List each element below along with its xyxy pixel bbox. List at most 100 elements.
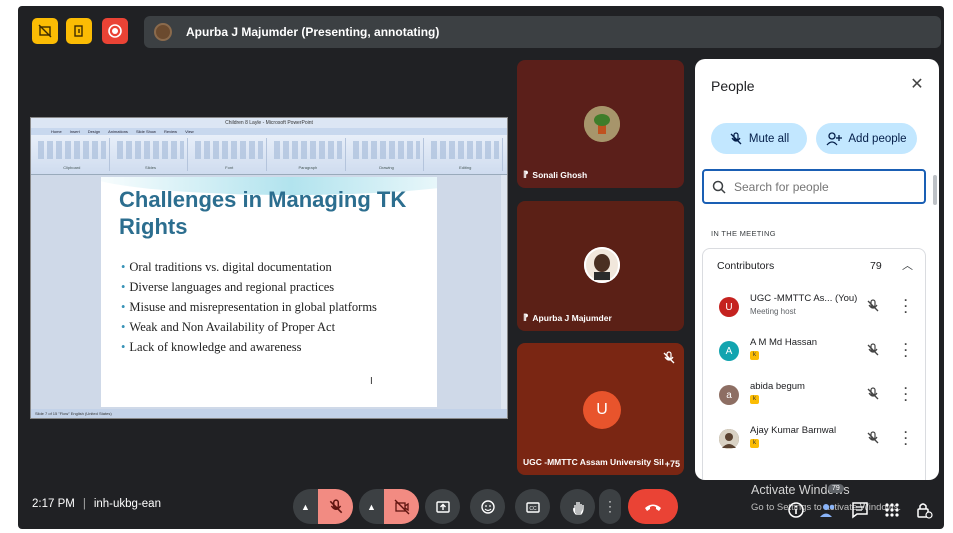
- present-button[interactable]: [425, 489, 460, 524]
- reactions-button[interactable]: [470, 489, 505, 524]
- slide-bullet: Lack of knowledge and awareness: [121, 337, 377, 357]
- captions-icon: CC: [525, 501, 540, 513]
- ribbon-group-label: Drawing: [379, 165, 394, 170]
- ribbon-group-label: Clipboard: [63, 165, 81, 170]
- slide-bullets: Oral traditions vs. digital documentatio…: [121, 257, 377, 357]
- mic-off-icon[interactable]: [866, 431, 880, 445]
- exit-icon[interactable]: [66, 18, 92, 44]
- participant-tile[interactable]: ⁋ Sonali Ghosh: [517, 60, 684, 188]
- add-person-icon: [826, 131, 843, 145]
- list-item[interactable]: A A M Md Hassan k · · ·: [703, 331, 925, 375]
- tile-name-text: UGC -MMTTC Assam University Sil: [523, 457, 664, 467]
- people-panel: People ✕ Mute all Add people IN THE MEET…: [695, 59, 939, 480]
- ppt-tab: Review: [163, 129, 178, 134]
- slide-scrollbar[interactable]: [501, 175, 507, 409]
- svg-text:CC: CC: [529, 506, 537, 512]
- more-options-icon[interactable]: · · ·: [903, 382, 909, 406]
- mic-off-icon: [663, 351, 675, 364]
- ribbon-group-label: Paragraph: [298, 165, 318, 170]
- participant-role: Meeting host: [750, 307, 796, 316]
- add-people-label: Add people: [848, 132, 907, 145]
- hang-up-icon: [645, 504, 661, 511]
- chevron-up-icon[interactable]: ▲: [293, 489, 318, 524]
- mute-all-button[interactable]: Mute all: [711, 123, 807, 154]
- avatar: a: [719, 385, 739, 405]
- emoji-icon: [480, 499, 495, 514]
- avatar: [584, 106, 620, 142]
- more-options-icon[interactable]: · · ·: [903, 294, 909, 318]
- camera-off-icon: [394, 499, 409, 514]
- present-screen-icon: [435, 500, 450, 513]
- contributors-count: 79: [870, 260, 882, 272]
- chevron-up-icon[interactable]: ▲: [359, 489, 384, 524]
- panel-scrollbar[interactable]: [933, 175, 937, 205]
- tile-name-text: Sonali Ghosh: [532, 169, 588, 180]
- ppt-tab: Animations: [108, 129, 128, 134]
- ppt-editor-area: Challenges in Managing TK Rights Oral tr…: [31, 175, 507, 409]
- clock-time: 2:17 PM: [32, 498, 75, 510]
- mic-off-icon[interactable]: [866, 299, 880, 313]
- ribbon-group: Paragraph: [271, 138, 346, 171]
- more-options-button[interactable]: · · ·: [599, 489, 621, 524]
- end-call-button[interactable]: [628, 489, 678, 524]
- record-icon[interactable]: [102, 18, 128, 44]
- more-options-icon[interactable]: · · ·: [903, 426, 909, 450]
- ribbon-group: Clipboard: [35, 138, 110, 171]
- slide-title: Challenges in Managing TK Rights: [119, 187, 407, 239]
- activities-icon[interactable]: [882, 500, 902, 520]
- ribbon-group-label: Slides: [145, 165, 156, 170]
- contributors-header[interactable]: Contributors 79 ︿: [703, 249, 925, 283]
- presenter-banner: Apurba J Majumder (Presenting, annotatin…: [144, 16, 941, 48]
- add-people-button[interactable]: Add people: [816, 123, 917, 154]
- text-cursor-icon: I: [370, 376, 373, 387]
- no-video-icon[interactable]: [32, 18, 58, 44]
- camera-control[interactable]: ▲: [359, 489, 419, 524]
- participant-tile[interactable]: U UGC -MMTTC Assam University Sil +75: [517, 343, 684, 475]
- ppt-tab: Slide Show: [135, 129, 156, 134]
- people-icon[interactable]: [818, 500, 838, 520]
- meeting-code: inh-ukbg-ean: [93, 498, 161, 510]
- participant-tile[interactable]: ⁋ Apurba J Majumder: [517, 201, 684, 331]
- bottom-bar: 2:17 PM | inh-ukbg-ean ▲ ▲ CC · · · Acti…: [18, 480, 944, 529]
- search-icon: [712, 180, 726, 194]
- mic-off-icon[interactable]: [866, 387, 880, 401]
- mute-all-label: Mute all: [748, 132, 790, 145]
- list-item[interactable]: U UGC -MMTTC As... (You) Meeting host · ·…: [703, 287, 925, 331]
- mic-off-icon[interactable]: [866, 343, 880, 357]
- mic-off-button[interactable]: [318, 489, 353, 524]
- ppt-window-title: Children 8 Layle - Microsoft PowerPoint: [31, 118, 507, 128]
- info-icon[interactable]: [786, 500, 806, 520]
- mic-control[interactable]: ▲: [293, 489, 353, 524]
- chat-icon[interactable]: [850, 500, 870, 520]
- host-controls-icon[interactable]: [914, 500, 934, 520]
- participant-name: abida begum: [750, 381, 805, 392]
- avatar: [719, 429, 739, 449]
- sign-language-badge-icon: k: [750, 439, 759, 448]
- slide-bullet: Weak and Non Availability of Proper Act: [121, 317, 377, 337]
- ribbon-group: Font: [192, 138, 268, 171]
- avatar: A: [719, 341, 739, 361]
- more-participants-badge[interactable]: +75: [665, 459, 680, 469]
- ppt-ribbon: Clipboard Slides Font Paragraph Drawing …: [31, 135, 507, 175]
- shared-screen: Children 8 Layle - Microsoft PowerPoint …: [30, 117, 508, 419]
- more-options-icon[interactable]: · · ·: [903, 338, 909, 362]
- ribbon-group: Editing: [428, 138, 504, 171]
- mic-off-icon: [329, 498, 342, 513]
- search-field[interactable]: [702, 169, 926, 204]
- slide-bullet: Diverse languages and regional practices: [121, 277, 377, 297]
- chevron-up-icon[interactable]: ︿: [902, 257, 913, 273]
- captions-button[interactable]: CC: [515, 489, 550, 524]
- hand-icon: [572, 501, 584, 515]
- search-input[interactable]: [734, 179, 914, 194]
- slide: Challenges in Managing TK Rights Oral tr…: [101, 177, 437, 407]
- raise-hand-button[interactable]: [560, 489, 595, 524]
- tile-name-text: Apurba J Majumder: [532, 312, 612, 323]
- avatar: U: [583, 391, 621, 429]
- camera-off-button[interactable]: [384, 489, 419, 524]
- people-count-badge: 79: [828, 484, 844, 493]
- participant-name: A M Md Hassan: [750, 337, 818, 348]
- list-item[interactable]: Ajay Kumar Barnwal k · · ·: [703, 419, 925, 463]
- sign-language-badge-icon: k: [750, 395, 759, 404]
- list-item[interactable]: a abida begum k · · ·: [703, 375, 925, 419]
- close-icon[interactable]: ✕: [907, 75, 927, 95]
